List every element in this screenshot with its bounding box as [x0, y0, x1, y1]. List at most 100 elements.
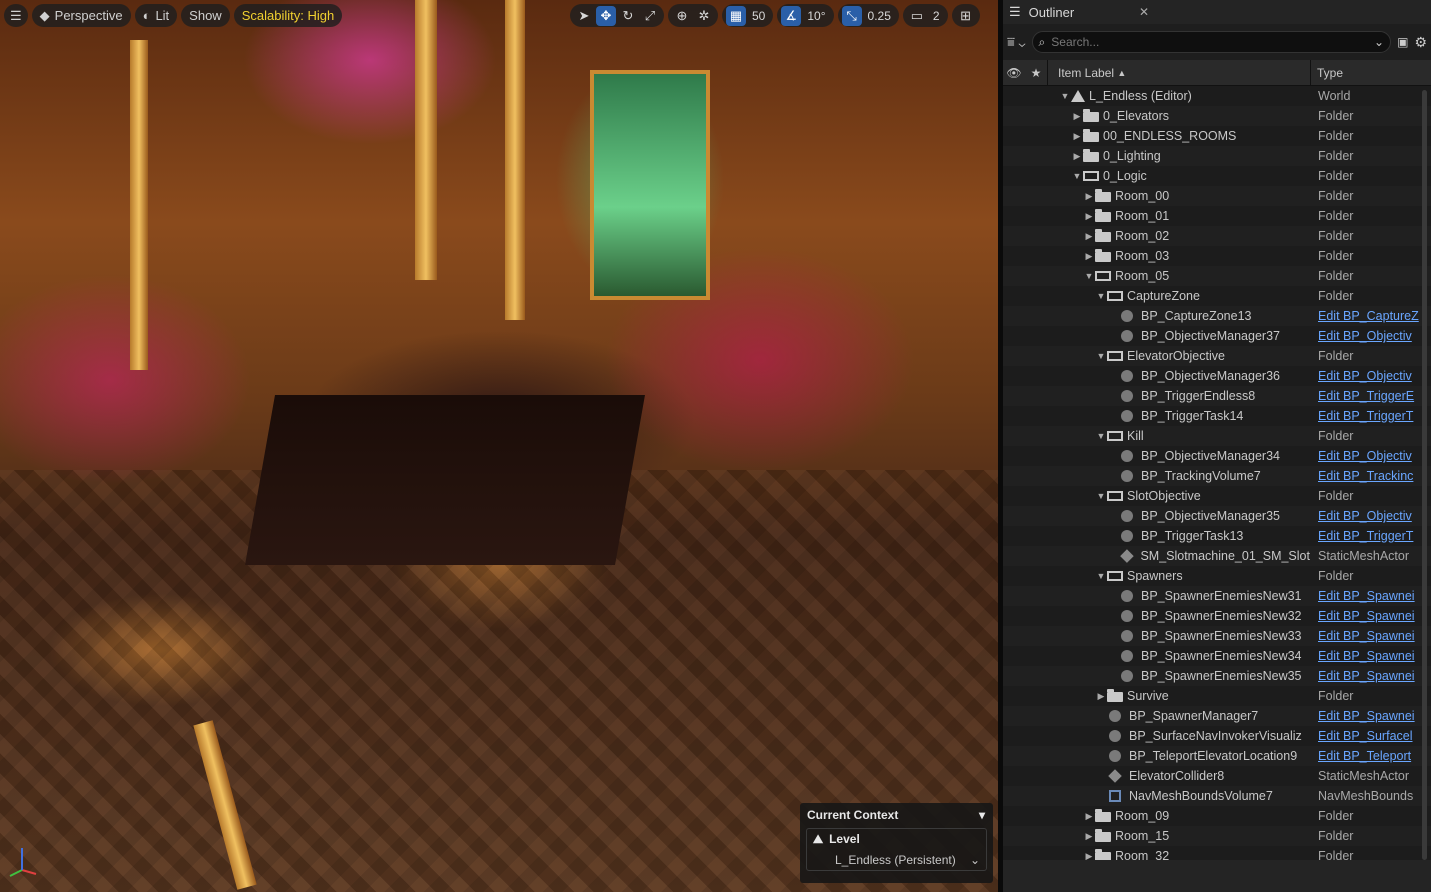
edit-blueprint-link[interactable]: Edit BP_Spawnei — [1310, 629, 1431, 643]
edit-blueprint-link[interactable]: Edit BP_Spawnei — [1310, 669, 1431, 683]
expanded-arrow-icon[interactable]: ▼ — [1095, 571, 1107, 581]
outliner-row[interactable]: ElevatorCollider8 StaticMeshActor — [1003, 766, 1431, 786]
collapsed-arrow-icon[interactable]: ▶ — [1083, 251, 1095, 262]
outliner-row[interactable]: ▶ 00_ENDLESS_ROOMS Folder — [1003, 126, 1431, 146]
outliner-row[interactable]: BP_ObjectiveManager34 Edit BP_Objectiv — [1003, 446, 1431, 466]
row-label-cell[interactable]: BP_SpawnerEnemiesNew31 — [1003, 589, 1310, 603]
row-label-cell[interactable]: BP_ObjectiveManager34 — [1003, 449, 1310, 463]
grid-snap-value[interactable]: 50 — [748, 9, 769, 23]
camera-icon[interactable]: ▭ — [907, 6, 927, 26]
collapsed-arrow-icon[interactable]: ▶ — [1083, 231, 1095, 242]
row-label-cell[interactable]: ▶ Room_09 — [1003, 809, 1310, 823]
move-icon[interactable]: ✥ — [596, 5, 616, 26]
expanded-arrow-icon[interactable]: ▼ — [1071, 171, 1083, 181]
row-label-cell[interactable]: ▶ Room_03 — [1003, 249, 1310, 263]
outliner-row[interactable]: ▼ L_Endless (Editor) World — [1003, 86, 1431, 106]
collapsed-arrow-icon[interactable]: ▶ — [1071, 111, 1083, 122]
edit-blueprint-link[interactable]: Edit BP_Spawnei — [1310, 649, 1431, 663]
row-label-cell[interactable]: BP_TeleportElevatorLocation9 — [1003, 749, 1310, 763]
outliner-row[interactable]: NavMeshBoundsVolume7 NavMeshBounds — [1003, 786, 1431, 806]
row-label-cell[interactable]: BP_SpawnerEnemiesNew34 — [1003, 649, 1310, 663]
row-label-cell[interactable]: ▶ Room_15 — [1003, 829, 1310, 843]
outliner-tab[interactable]: ☰ Outliner ✕ — [1003, 0, 1431, 24]
outliner-row[interactable]: BP_SpawnerEnemiesNew31 Edit BP_Spawnei — [1003, 586, 1431, 606]
outliner-row[interactable]: ▶ Room_02 Folder — [1003, 226, 1431, 246]
row-label-cell[interactable]: BP_TrackingVolume7 — [1003, 469, 1310, 483]
row-label-cell[interactable]: BP_SpawnerEnemiesNew33 — [1003, 629, 1310, 643]
outliner-row[interactable]: ▼ CaptureZone Folder — [1003, 286, 1431, 306]
row-label-cell[interactable]: ▶ Room_00 — [1003, 189, 1310, 203]
edit-blueprint-link[interactable]: Edit BP_Objectiv — [1310, 329, 1431, 343]
outliner-row[interactable]: ▶ Room_09 Folder — [1003, 806, 1431, 826]
row-label-cell[interactable]: ▶ Room_02 — [1003, 229, 1310, 243]
visibility-eye-icon[interactable]: 👁 — [1003, 66, 1025, 80]
outliner-row[interactable]: BP_SurfaceNavInvokerVisualiz Edit BP_Surf… — [1003, 726, 1431, 746]
outliner-row[interactable]: BP_SpawnerEnemiesNew32 Edit BP_Spawnei — [1003, 606, 1431, 626]
edit-blueprint-link[interactable]: Edit BP_Spawnei — [1310, 709, 1431, 723]
outliner-row[interactable]: ▼ ElevatorObjective Folder — [1003, 346, 1431, 366]
row-label-cell[interactable]: ▶ Survive — [1003, 689, 1310, 703]
select-cursor-icon[interactable]: ➤ — [574, 6, 594, 26]
outliner-row[interactable]: ▶ Room_15 Folder — [1003, 826, 1431, 846]
row-label-cell[interactable]: ▼ SlotObjective — [1003, 489, 1310, 503]
row-label-cell[interactable]: ▶ 00_ENDLESS_ROOMS — [1003, 129, 1310, 143]
outliner-row[interactable]: ▶ Survive Folder — [1003, 686, 1431, 706]
outliner-row[interactable]: ▼ SlotObjective Folder — [1003, 486, 1431, 506]
outliner-row[interactable]: BP_ObjectiveManager36 Edit BP_Objectiv — [1003, 366, 1431, 386]
collapsed-arrow-icon[interactable]: ▶ — [1083, 211, 1095, 222]
row-label-cell[interactable]: BP_TriggerTask14 — [1003, 409, 1310, 423]
row-label-cell[interactable]: BP_ObjectiveManager36 — [1003, 369, 1310, 383]
outliner-row[interactable]: BP_CaptureZone13 Edit BP_CaptureZ — [1003, 306, 1431, 326]
outliner-row[interactable]: ▼ Kill Folder — [1003, 426, 1431, 446]
lit-button[interactable]: ◐ Lit — [134, 4, 178, 27]
camera-speed-group[interactable]: ▭ 2 — [902, 4, 948, 27]
row-label-cell[interactable]: BP_ObjectiveManager35 — [1003, 509, 1310, 523]
world-globe-icon[interactable]: ⊕ — [672, 6, 692, 26]
edit-blueprint-link[interactable]: Edit BP_Spawnei — [1310, 609, 1431, 623]
rotation-snap-icon[interactable]: ∡ — [781, 5, 802, 26]
level-viewport[interactable]: ☰ ◆ Perspective ◐ Lit Show Scalability: Hi… — [0, 0, 998, 892]
collapsed-arrow-icon[interactable]: ▶ — [1083, 831, 1095, 842]
scale-snap-group[interactable]: ⤡ 0.25 — [837, 4, 899, 27]
outliner-row[interactable]: BP_TrackingVolume7 Edit BP_Trackinc — [1003, 466, 1431, 486]
chevron-down-icon[interactable]: ⌄ — [970, 853, 980, 867]
show-button[interactable]: Show — [181, 4, 230, 27]
add-folder-icon[interactable]: ▣ — [1397, 35, 1408, 49]
rotation-snap-value[interactable]: 10° — [803, 9, 829, 23]
row-label-cell[interactable]: BP_SpawnerEnemiesNew32 — [1003, 609, 1310, 623]
row-label-cell[interactable]: ▶ 0_Lighting — [1003, 149, 1310, 163]
outliner-row[interactable]: ▼ 0_Logic Folder — [1003, 166, 1431, 186]
row-label-cell[interactable]: BP_CaptureZone13 — [1003, 309, 1310, 323]
collapsed-arrow-icon[interactable]: ▶ — [1095, 691, 1107, 702]
outliner-row[interactable]: ▶ 0_Elevators Folder — [1003, 106, 1431, 126]
outliner-scrollbar[interactable] — [1422, 90, 1427, 860]
dropdown-arrow-icon[interactable]: ▾ — [979, 808, 985, 822]
edit-blueprint-link[interactable]: Edit BP_CaptureZ — [1310, 309, 1431, 323]
outliner-row[interactable]: ▶ 0_Lighting Folder — [1003, 146, 1431, 166]
expanded-arrow-icon[interactable]: ▼ — [1095, 491, 1107, 501]
outliner-row[interactable]: ▶ Room_00 Folder — [1003, 186, 1431, 206]
outliner-row[interactable]: ▶ Room_01 Folder — [1003, 206, 1431, 226]
row-label-cell[interactable]: ▼ Room_05 — [1003, 269, 1310, 283]
grid-snap-icon[interactable]: ▦ — [726, 5, 746, 26]
row-label-cell[interactable]: BP_SpawnerEnemiesNew35 — [1003, 669, 1310, 683]
expanded-arrow-icon[interactable]: ▼ — [1059, 91, 1071, 101]
star-icon[interactable]: ★ — [1025, 66, 1047, 80]
outliner-row[interactable]: BP_TriggerTask13 Edit BP_TriggerT — [1003, 526, 1431, 546]
outliner-row[interactable]: ▼ Room_05 Folder — [1003, 266, 1431, 286]
scalability-button[interactable]: Scalability: High — [233, 4, 343, 27]
outliner-row[interactable]: BP_SpawnerEnemiesNew34 Edit BP_Spawnei — [1003, 646, 1431, 666]
outliner-row[interactable]: BP_ObjectiveManager37 Edit BP_Objectiv — [1003, 326, 1431, 346]
edit-blueprint-link[interactable]: Edit BP_Teleport — [1310, 749, 1431, 763]
collapsed-arrow-icon[interactable]: ▶ — [1083, 191, 1095, 202]
outliner-row[interactable]: BP_TeleportElevatorLocation9 Edit BP_Tele… — [1003, 746, 1431, 766]
expanded-arrow-icon[interactable]: ▼ — [1095, 351, 1107, 361]
edit-blueprint-link[interactable]: Edit BP_Objectiv — [1310, 509, 1431, 523]
row-label-cell[interactable]: ▼ L_Endless (Editor) — [1003, 89, 1310, 103]
level-value[interactable]: L_Endless (Persistent) — [835, 853, 956, 867]
type-column[interactable]: Type — [1310, 60, 1431, 85]
chevron-down-icon[interactable]: ⌄ — [1374, 35, 1384, 49]
close-icon[interactable]: ✕ — [1139, 5, 1149, 19]
grid-snap-group[interactable]: ▦ 50 — [722, 4, 774, 27]
row-label-cell[interactable]: BP_TriggerTask13 — [1003, 529, 1310, 543]
